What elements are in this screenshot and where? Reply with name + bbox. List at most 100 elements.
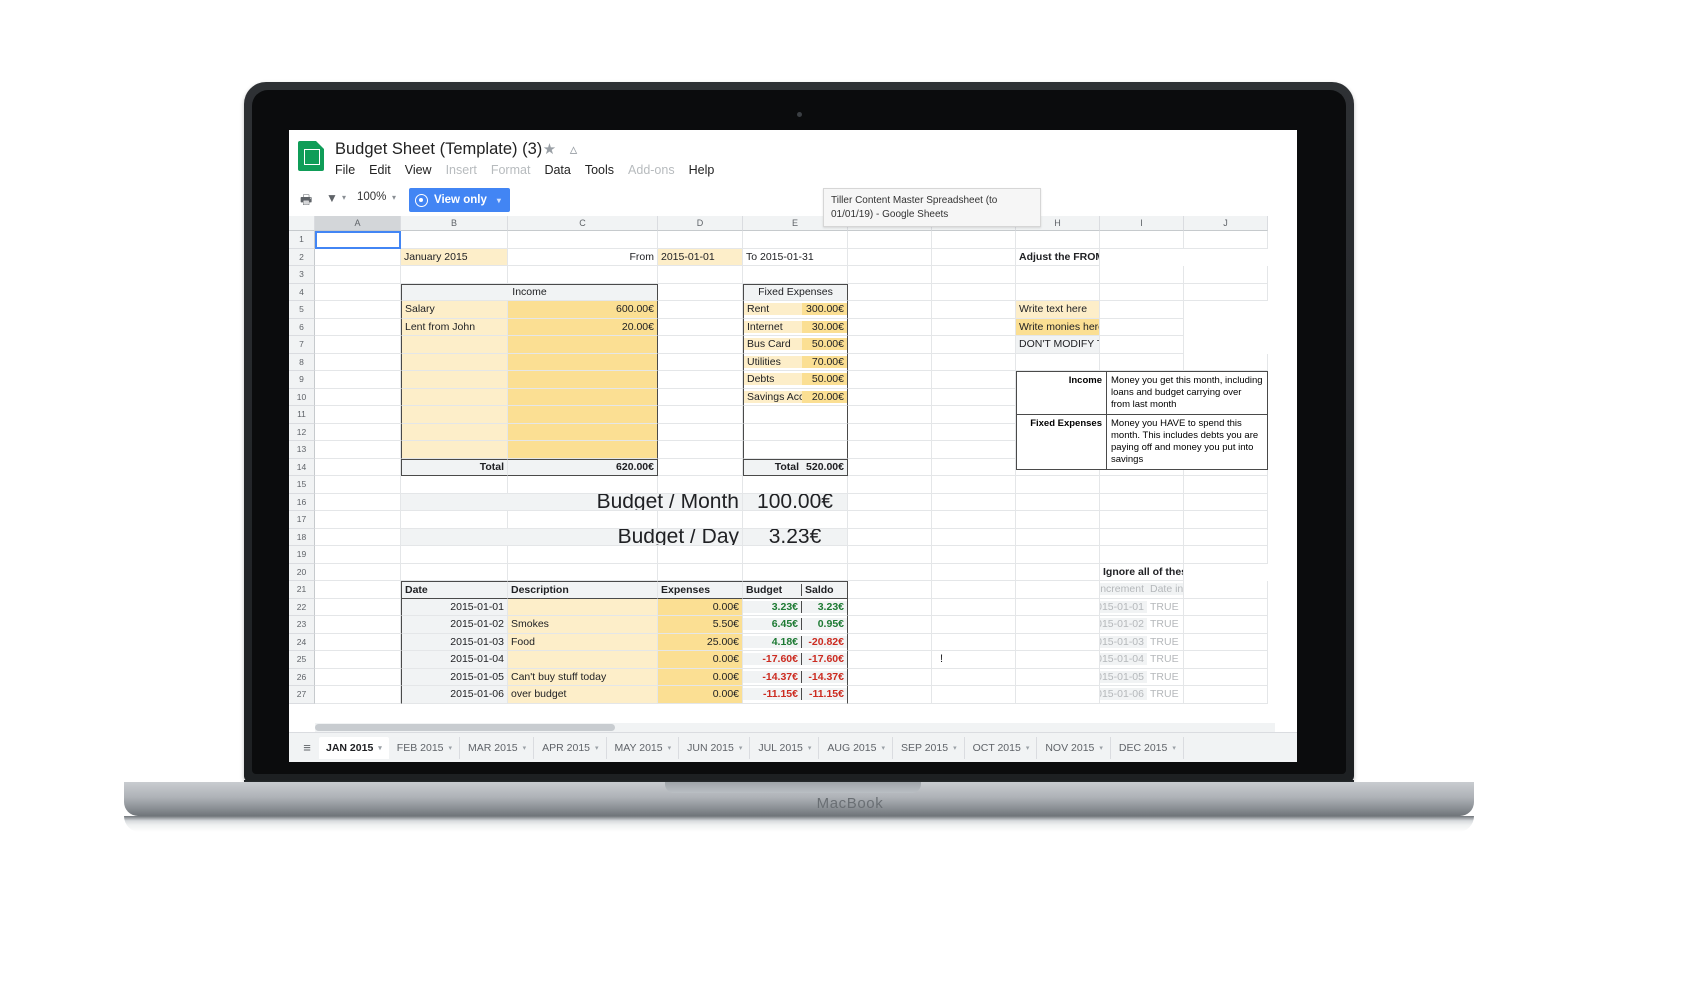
chevron-down-icon[interactable]: ▾ [881,744,885,752]
filter-caret-icon[interactable]: ▾ [342,193,346,202]
cell-C9[interactable] [508,371,658,389]
cell-J4[interactable] [1184,283,1268,301]
cell-G20[interactable] [932,563,1016,581]
menu-data[interactable]: Data [544,163,570,177]
document-title[interactable]: Budget Sheet (Template) (3) [335,140,542,159]
cell-I27[interactable]: 2015-01-06TRUE [1100,686,1184,704]
cell-I20[interactable]: Ignore all of these [1100,563,1184,581]
cell-D15[interactable] [658,476,743,494]
cell-G2[interactable] [932,248,1016,266]
cell-B15[interactable] [401,476,508,494]
cell-I19[interactable] [1100,546,1184,564]
cell-H1[interactable] [1016,231,1100,249]
cell-D7[interactable] [658,336,743,354]
star-icon[interactable]: ★ [541,141,558,158]
cell-H27[interactable] [1016,686,1100,704]
cell-J23[interactable] [1184,616,1268,634]
horizontal-scrollbar[interactable] [315,723,1275,732]
cell-H2[interactable]: Adjust the FROM date to the first of the… [1016,248,1100,266]
cell-F5[interactable] [848,301,932,319]
cell-D11[interactable] [658,406,743,424]
cell-E16[interactable]: 100.00€ [743,493,848,511]
cell-A12[interactable] [315,423,401,441]
cell-A4[interactable] [315,283,401,301]
cell-A8[interactable] [315,353,401,371]
sheet-tab-dec-2015[interactable]: DEC 2015 ▾ [1111,736,1184,759]
cell-C19[interactable] [508,546,658,564]
cell-G1[interactable] [932,231,1016,249]
sheet-tab-aug-2015[interactable]: AUG 2015 ▾ [820,736,893,759]
cell-E14[interactable]: Total 520.00€ [743,458,848,476]
cell-G8[interactable] [932,353,1016,371]
cell-G26[interactable] [932,668,1016,686]
cell-G7[interactable] [932,336,1016,354]
row-header-13[interactable]: 13 [289,441,315,459]
row-header-3[interactable]: 3 [289,266,315,284]
column-header-a[interactable]: A [315,216,401,231]
cell-A21[interactable] [315,581,401,599]
cell-B6[interactable]: Lent from John [401,318,508,336]
cell-G4[interactable] [932,283,1016,301]
cell-B4[interactable]: Income [401,283,658,301]
cell-E9[interactable]: Debts 50.00€ [743,371,848,389]
cell-A15[interactable] [315,476,401,494]
cell-E10[interactable]: Savings Account20.00€ [743,388,848,406]
menu-help[interactable]: Help [689,163,715,177]
cell-F1[interactable] [848,231,932,249]
cell-C3[interactable] [508,266,658,284]
cell-B2[interactable]: January 2015 [401,248,508,266]
cell-B14[interactable]: Total [401,458,508,476]
cell-G13[interactable] [932,441,1016,459]
cell-C23[interactable]: Smokes [508,616,658,634]
cell-J6[interactable] [1100,318,1184,336]
cell-J24[interactable] [1184,633,1268,651]
cell-C11[interactable] [508,406,658,424]
cell-F15[interactable] [848,476,932,494]
cell-D4[interactable] [658,283,743,301]
cell-J16[interactable] [1184,493,1268,511]
cell-F11[interactable] [848,406,932,424]
cell-G9[interactable] [932,371,1016,389]
cell-E18[interactable]: 3.23€ [743,528,848,546]
chevron-down-icon[interactable]: ▾ [953,744,957,752]
spreadsheet-grid[interactable]: ABCDEFGHIJ 12January 2015From2015-01-01T… [289,216,1297,726]
cell-B24[interactable]: 2015-01-03 [401,633,508,651]
cell-F18[interactable] [848,528,932,546]
cell-D6[interactable] [658,318,743,336]
row-header-18[interactable]: 18 [289,528,315,546]
cell-D27[interactable]: 0.00€ [658,686,743,704]
cell-A23[interactable] [315,616,401,634]
cell-C25[interactable] [508,651,658,669]
cell-F12[interactable] [848,423,932,441]
cell-I24[interactable]: 2015-01-03TRUE [1100,633,1184,651]
cell-G24[interactable] [932,633,1016,651]
chevron-down-icon[interactable]: ▾ [739,744,743,752]
cell-E20[interactable] [743,563,848,581]
row-header-19[interactable]: 19 [289,546,315,564]
cell-J5[interactable] [1100,301,1184,319]
cell-F8[interactable] [848,353,932,371]
menu-tools[interactable]: Tools [585,163,614,177]
cell-H26[interactable] [1016,668,1100,686]
cell-J26[interactable] [1184,668,1268,686]
sheet-tab-nov-2015[interactable]: NOV 2015 ▾ [1038,736,1111,759]
cell-E3[interactable] [743,266,848,284]
cell-B20[interactable] [401,563,508,581]
cell-C22[interactable] [508,598,658,616]
cell-D5[interactable] [658,301,743,319]
chevron-down-icon[interactable]: ▾ [1099,744,1103,752]
cell-G12[interactable] [932,423,1016,441]
cell-C27[interactable]: over budget [508,686,658,704]
all-sheets-icon[interactable]: ≡ [295,738,319,758]
cell-F7[interactable] [848,336,932,354]
cell-A5[interactable] [315,301,401,319]
cell-G6[interactable] [932,318,1016,336]
cell-G27[interactable] [932,686,1016,704]
row-header-6[interactable]: 6 [289,318,315,336]
cell-A25[interactable] [315,651,401,669]
cell-E2[interactable]: To 2015-01-31 [743,248,848,266]
cell-D17[interactable] [658,511,743,529]
row-header-25[interactable]: 25 [289,651,315,669]
cell-E17[interactable] [743,511,848,529]
cell-J3[interactable] [1184,266,1268,284]
